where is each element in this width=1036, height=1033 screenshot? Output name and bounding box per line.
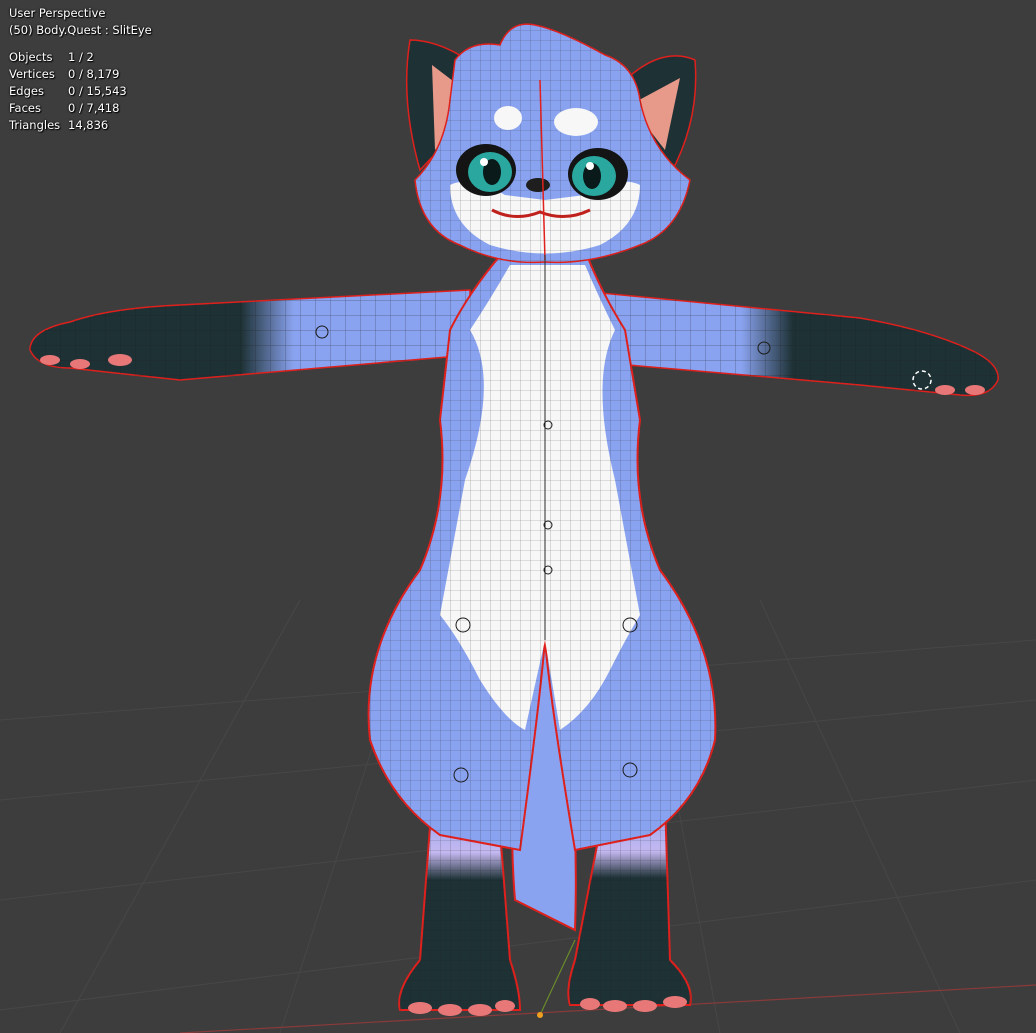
stat-value: 0 / 8,179 [68, 67, 120, 81]
forehead-marking-right [554, 108, 598, 136]
stat-value: 0 / 7,418 [68, 101, 120, 115]
origin-point [537, 1012, 543, 1018]
left-eye [456, 144, 516, 196]
view-name: User Perspective [9, 6, 106, 20]
3d-viewport[interactable] [0, 0, 1036, 1033]
stat-label: Edges [9, 84, 44, 98]
stat-value: 0 / 15,543 [68, 84, 127, 98]
stat-row-triangles: Triangles 14,836 [9, 117, 152, 134]
stat-label: Faces [9, 101, 41, 115]
statistics-panel: Objects 1 / 2 Vertices 0 / 8,179 Edges 0… [9, 49, 152, 134]
stat-row-vertices: Vertices 0 / 8,179 [9, 66, 152, 83]
stat-label: Triangles [9, 118, 61, 132]
character-model[interactable] [29, 23, 999, 1016]
viewport-info-overlay: User Perspective (50) Body.Quest : SlitE… [9, 5, 152, 134]
right-eye [568, 148, 628, 200]
stat-label: Vertices [9, 67, 55, 81]
stat-value: 14,836 [68, 118, 109, 132]
nose [526, 178, 550, 192]
stat-row-edges: Edges 0 / 15,543 [9, 83, 152, 100]
stat-row-faces: Faces 0 / 7,418 [9, 100, 152, 117]
stat-label: Objects [9, 50, 53, 64]
forehead-marking-left [494, 106, 522, 130]
stat-value: 1 / 2 [68, 50, 94, 64]
active-object-info: (50) Body.Quest : SlitEye [9, 23, 152, 37]
stat-row-objects: Objects 1 / 2 [9, 49, 152, 66]
